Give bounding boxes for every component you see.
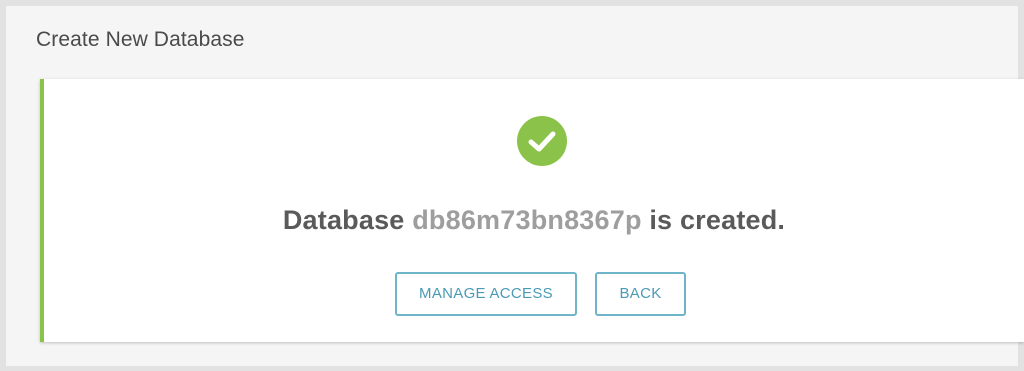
success-message: Database db86m73bn8367p is created. bbox=[44, 205, 1024, 236]
app-frame: Create New Database Database db86m73bn83… bbox=[0, 0, 1024, 371]
back-button[interactable]: BACK bbox=[595, 272, 686, 316]
database-name: db86m73bn8367p bbox=[412, 205, 642, 235]
message-prefix: Database bbox=[282, 205, 405, 235]
success-card: Database db86m73bn8367p is created. MANA… bbox=[40, 79, 1024, 342]
manage-access-button[interactable]: MANAGE ACCESS bbox=[395, 272, 577, 316]
check-circle-icon bbox=[517, 116, 567, 166]
page-title: Create New Database bbox=[36, 28, 245, 51]
message-suffix: is created. bbox=[649, 205, 786, 235]
